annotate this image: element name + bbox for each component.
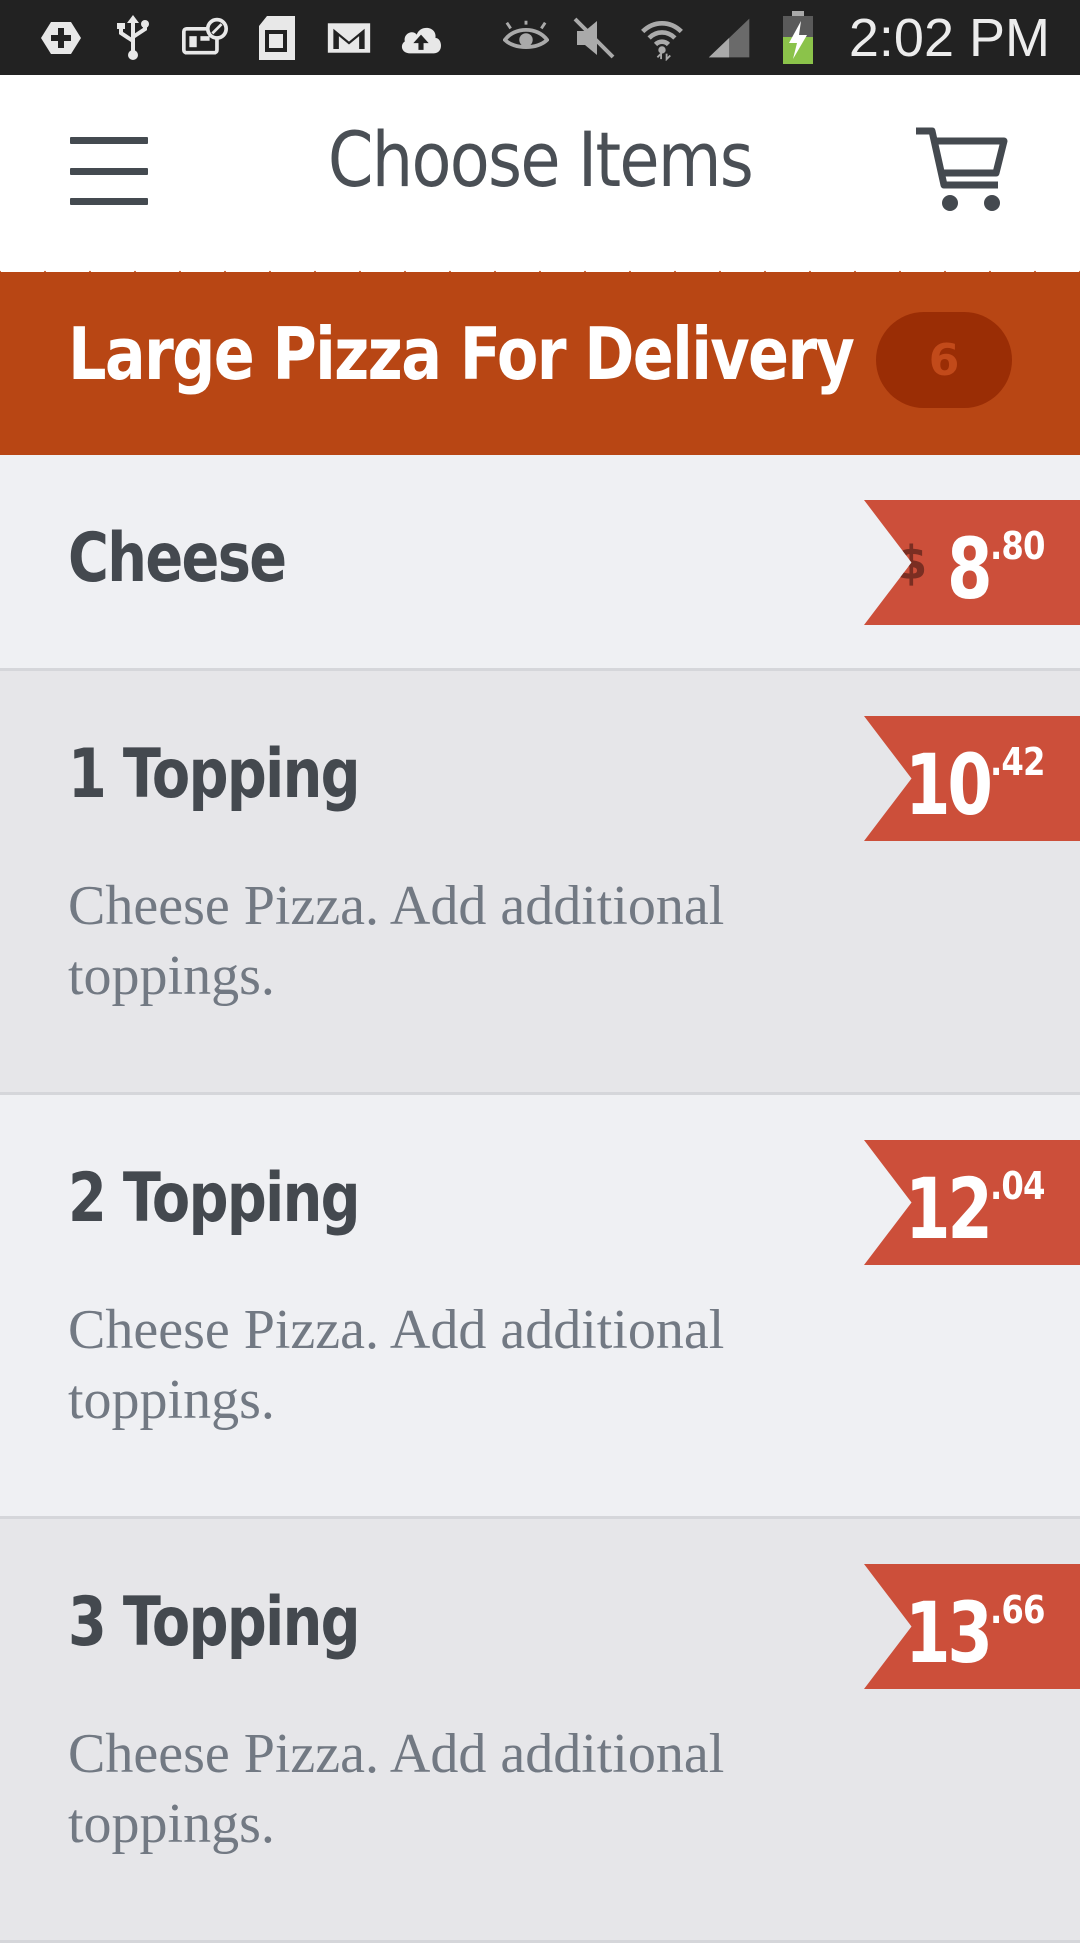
add-box-icon [38,15,84,61]
item-name: Cheese [68,519,287,598]
notification-icons [38,0,444,75]
clock-time: 2:02 PM [848,7,1050,68]
item-description: Cheese Pizza. Add additional toppings. [68,1299,725,1431]
price-label: $ 13 .66 [840,1564,1054,1689]
signal-icon [707,15,753,61]
price-cents: .80 [989,524,1046,568]
usb-icon [110,14,156,61]
price-label: $ 8 .80 [895,500,1054,625]
price-tag[interactable]: $ 13 .66 [864,1564,1080,1689]
item-count-badge: 6 [876,312,1012,408]
battery-charging-icon [775,10,821,64]
wifi-icon [639,15,685,61]
app-header: Choose Items [0,75,1080,275]
price-dollars: 8 [947,520,993,618]
system-icons: 2:02 PM [502,0,1050,75]
item-description: Cheese Pizza. Add additional toppings. [68,875,725,1007]
price-tag[interactable]: $ 10 .42 [864,716,1080,841]
price-cents: .42 [989,740,1046,784]
menu-item-list: Cheese $ 8 .80 1 Topping $ 10 .42 Cheese… [0,455,1080,1943]
price-label: $ 10 .42 [840,716,1054,841]
menu-item[interactable]: 3 Topping $ 13 .66 Cheese Pizza. Add add… [0,1519,1080,1943]
eye-icon [502,15,549,61]
category-title: Large Pizza For Delivery [68,312,855,396]
price-tag[interactable]: $ 8 .80 [864,500,1080,625]
price-currency: $ [840,1600,873,1654]
price-cents: .66 [989,1588,1046,1632]
cart-icon[interactable] [912,121,1012,221]
item-description: Cheese Pizza. Add additional toppings. [68,1723,725,1855]
price-dollars: 12 [904,1160,993,1258]
price-tag[interactable]: $ 12 .04 [864,1140,1080,1265]
price-dollars: 13 [904,1584,993,1682]
cloud-upload-icon [398,15,444,61]
status-bar: 2:02 PM [0,0,1080,75]
price-label: $ 12 .04 [840,1140,1054,1265]
price-currency: $ [895,536,928,590]
item-name: 3 Topping [68,1583,361,1662]
sd-card-icon [254,15,300,61]
page-title: Choose Items [327,115,754,204]
menu-item[interactable]: Cheese $ 8 .80 [0,455,1080,671]
item-name: 2 Topping [68,1159,361,1238]
price-cents: .04 [989,1164,1046,1208]
price-currency: $ [840,1176,873,1230]
price-currency: $ [840,752,873,806]
price-dollars: 10 [904,736,993,834]
voicemail-icon [182,15,228,61]
gmail-icon [326,15,372,61]
item-name: 1 Topping [68,735,361,814]
category-banner: Large Pizza For Delivery 6 [0,272,1080,455]
menu-item[interactable]: 2 Topping $ 12 .04 Cheese Pizza. Add add… [0,1095,1080,1519]
menu-item[interactable]: 1 Topping $ 10 .42 Cheese Pizza. Add add… [0,671,1080,1095]
mute-icon [571,15,617,61]
